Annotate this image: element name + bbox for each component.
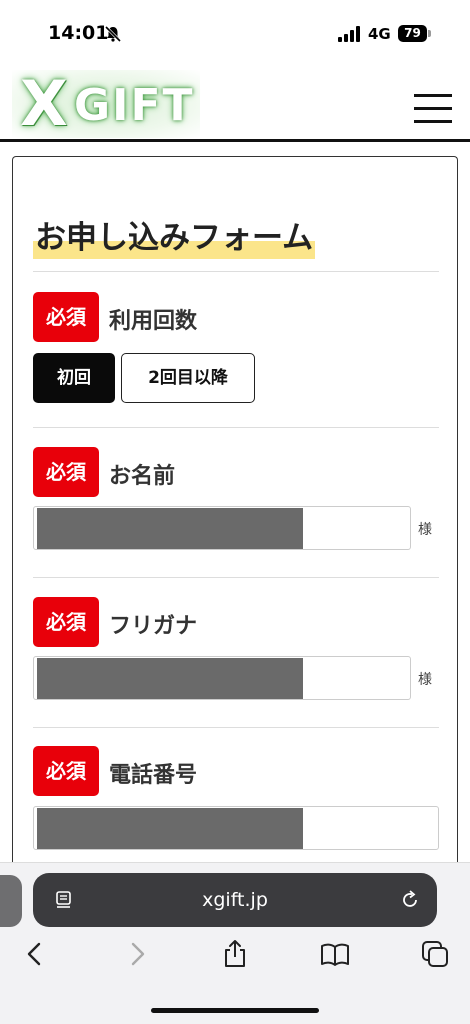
redacted-value [37, 508, 303, 549]
book-icon[interactable] [320, 939, 350, 969]
name-label: お名前 [109, 464, 176, 489]
previous-tab-preview[interactable] [0, 875, 22, 927]
tabs-icon[interactable] [420, 939, 450, 969]
browser-toolbar: xgift.jp [0, 862, 470, 1024]
phone-input[interactable] [33, 806, 439, 850]
signal-icon [338, 26, 360, 42]
hamburger-menu-icon[interactable] [414, 92, 454, 124]
redacted-value [37, 808, 303, 849]
form-title: お申し込みフォーム [33, 212, 316, 259]
usage-count-label: 利用回数 [109, 309, 198, 334]
battery-level: 79 [398, 25, 427, 42]
name-input[interactable] [33, 506, 411, 550]
status-time: 14:01 [48, 22, 109, 44]
furigana-input[interactable] [33, 656, 411, 700]
option-second-time-button[interactable]: 2回目以降 [121, 353, 255, 403]
required-badge: 必須 [33, 746, 99, 796]
xgift-logo[interactable]: X GIFT [12, 70, 200, 138]
divider [33, 727, 439, 728]
url-text: xgift.jp [202, 889, 268, 911]
required-badge: 必須 [33, 447, 99, 497]
furigana-label: フリガナ [109, 614, 198, 639]
logo-x: X [20, 67, 68, 140]
name-suffix: 様 [418, 522, 432, 538]
status-bar: 14:01 4G 79 [0, 0, 470, 64]
bell-slash-icon [104, 25, 122, 43]
phone-label: 電話番号 [109, 763, 198, 788]
furigana-suffix: 様 [418, 672, 432, 688]
divider [33, 577, 439, 578]
home-indicator [151, 1008, 319, 1013]
reload-icon[interactable] [399, 889, 421, 911]
application-form: お申し込みフォーム 必須 利用回数 初回 2回目以降 必須 お名前 様 必須 フ… [12, 156, 458, 916]
site-header: X GIFT [0, 64, 470, 142]
share-icon[interactable] [220, 939, 250, 969]
required-badge: 必須 [33, 597, 99, 647]
battery-icon: 79 [398, 25, 432, 42]
address-bar[interactable]: xgift.jp [33, 873, 437, 927]
redacted-value [37, 658, 303, 699]
chevron-left-icon[interactable] [20, 939, 50, 969]
option-first-time-button[interactable]: 初回 [33, 353, 115, 403]
divider [33, 271, 439, 272]
network-type: 4G [368, 25, 391, 43]
chevron-right-icon[interactable] [122, 939, 152, 969]
logo-gift: GIFT [74, 80, 195, 131]
required-badge: 必須 [33, 292, 99, 342]
divider [33, 427, 439, 428]
